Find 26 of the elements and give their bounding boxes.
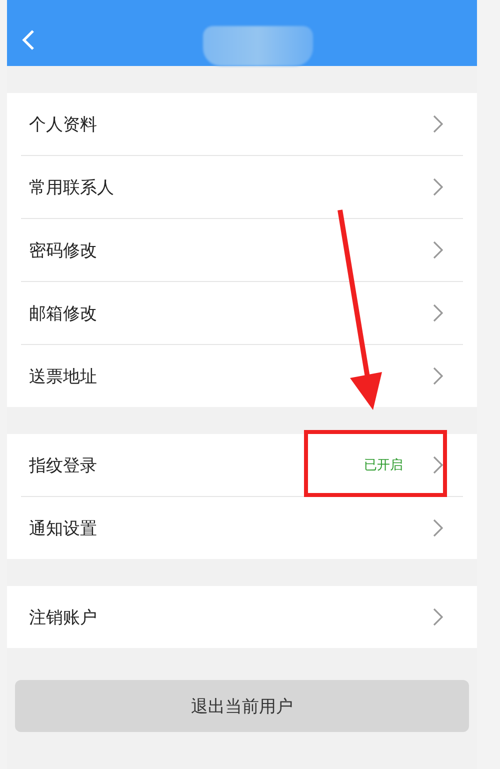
- row-label: 通知设置: [29, 518, 98, 540]
- status-value: 已开启: [364, 457, 403, 474]
- settings-row[interactable]: 指纹登录 已开启: [21, 434, 463, 497]
- chevron-right-icon: [433, 304, 443, 322]
- chevron-right-icon: [433, 115, 443, 133]
- settings-row[interactable]: 密码修改: [21, 219, 463, 282]
- chevron-right-icon: [433, 178, 443, 196]
- settings-row[interactable]: 常用联系人: [21, 156, 463, 219]
- back-icon[interactable]: [21, 29, 35, 51]
- row-label: 常用联系人: [29, 176, 115, 198]
- settings-row[interactable]: 通知设置: [21, 497, 463, 559]
- chevron-right-icon: [433, 367, 443, 385]
- chevron-right-icon: [433, 241, 443, 259]
- row-label: 送票地址: [29, 366, 98, 388]
- logout-button[interactable]: 退出当前用户: [15, 680, 469, 732]
- row-label: 注销账户: [29, 606, 98, 628]
- chevron-right-icon: [433, 519, 443, 537]
- settings-row[interactable]: 个人资料: [21, 93, 463, 156]
- chevron-right-icon: [433, 456, 443, 474]
- row-label: 个人资料: [29, 114, 98, 136]
- chevron-right-icon: [433, 608, 443, 626]
- row-label: 邮箱修改: [29, 302, 98, 324]
- row-label: 密码修改: [29, 240, 98, 262]
- row-label: 指纹登录: [29, 454, 98, 476]
- settings-row[interactable]: 邮箱修改: [21, 282, 463, 345]
- settings-row[interactable]: 送票地址: [21, 345, 463, 407]
